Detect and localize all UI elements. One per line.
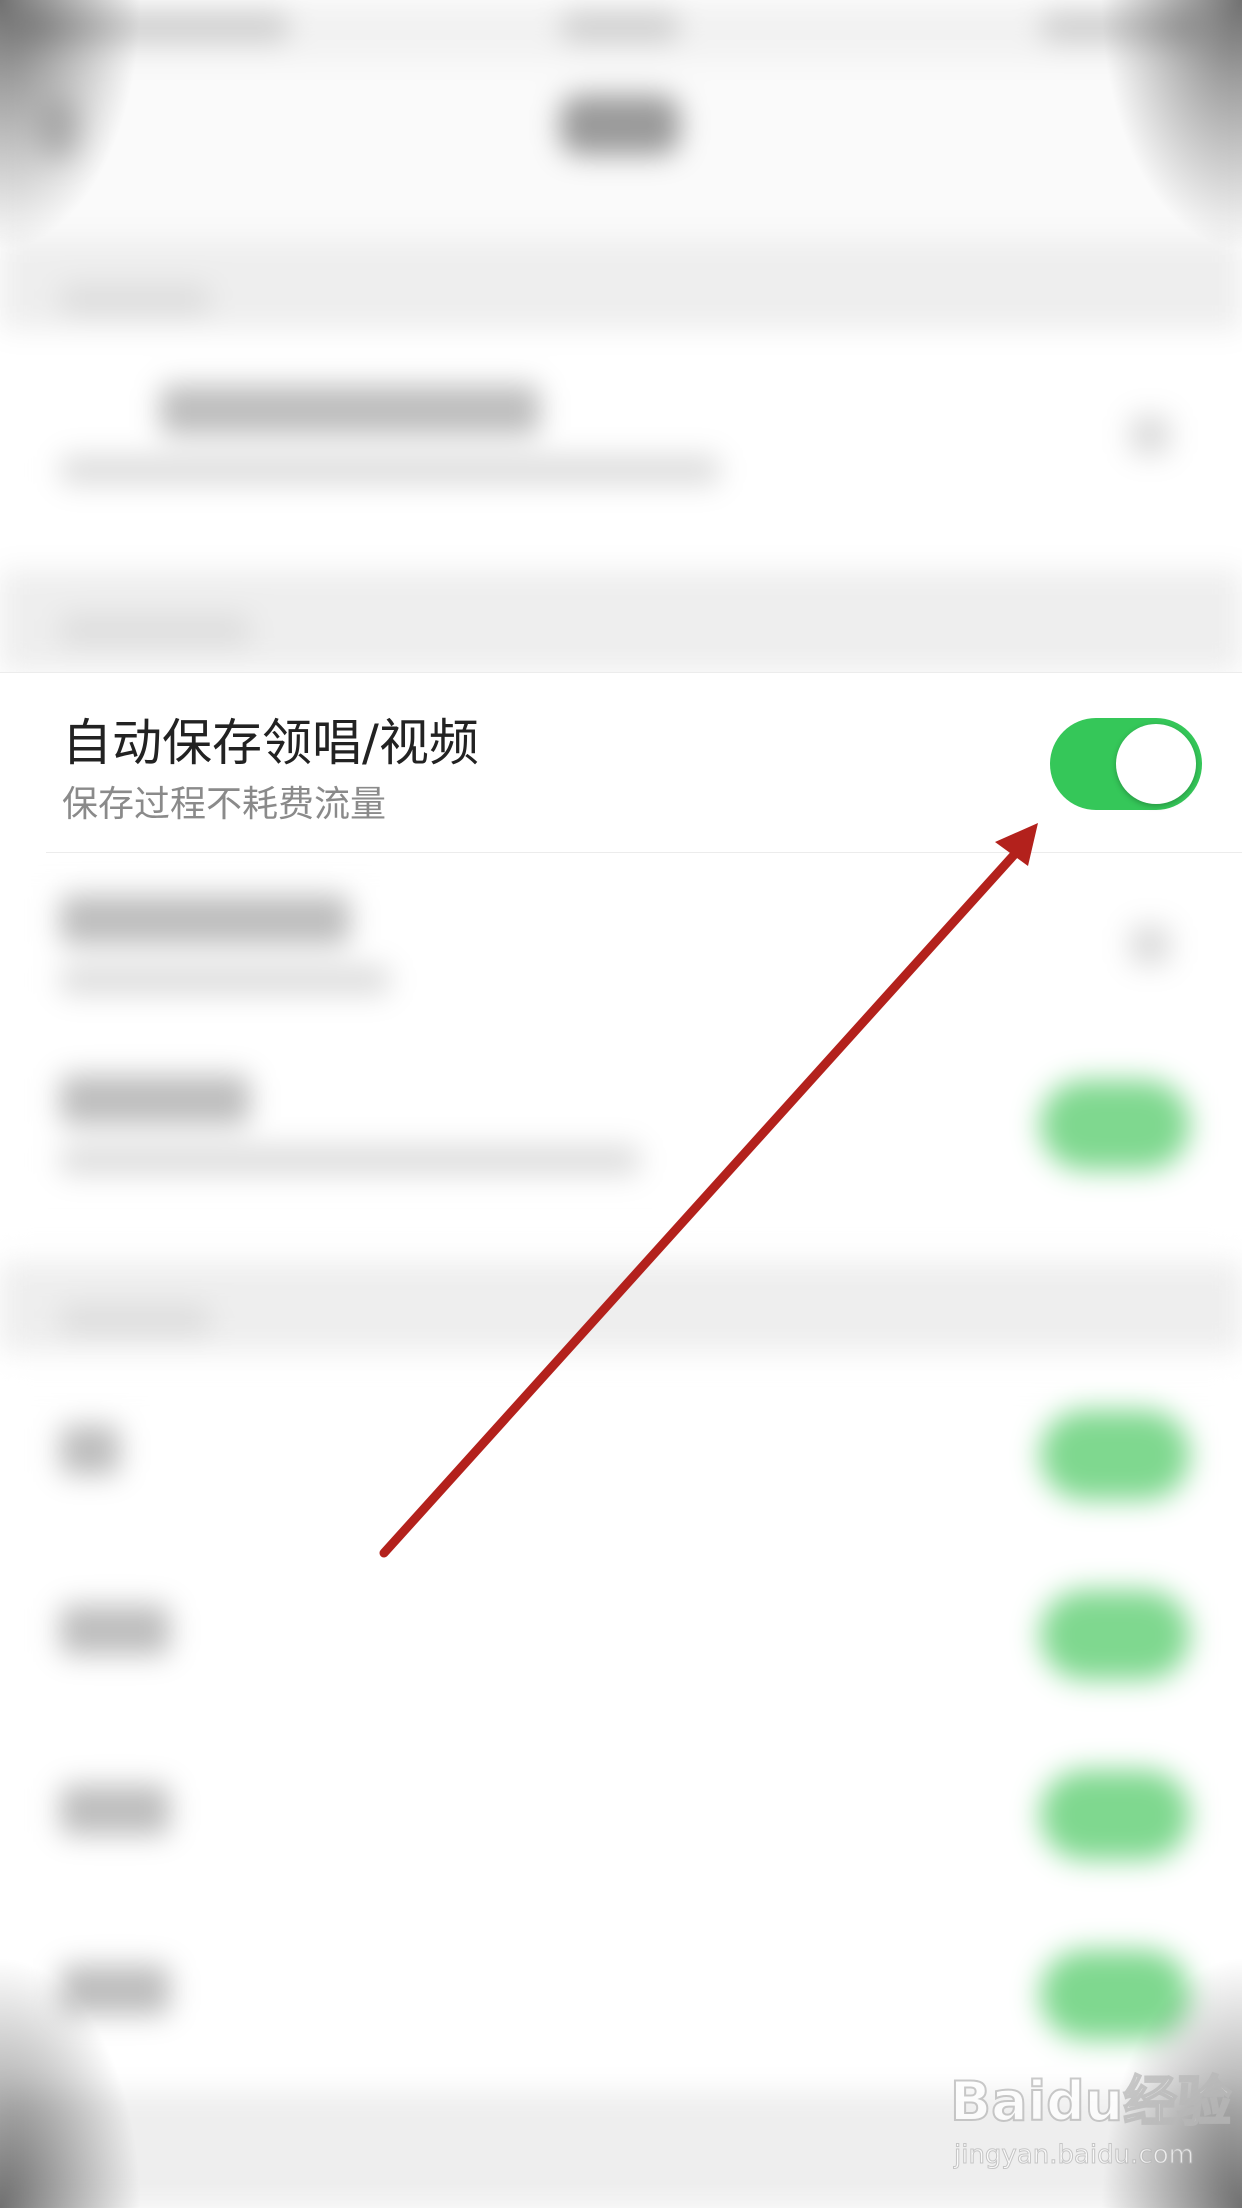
toggle-switch[interactable] bbox=[1040, 1770, 1190, 1860]
watermark-url: jingyan.baidu.com bbox=[954, 2140, 1195, 2171]
setting-subtitle: 保存过程不耗费流量 bbox=[62, 784, 387, 825]
list-item-title bbox=[60, 1785, 170, 1835]
list-item-subtitle bbox=[60, 1145, 640, 1175]
chevron-right-icon bbox=[1130, 925, 1170, 965]
settings-screen: 自动保存领唱/视频 保存过程不耗费流量 Baidu经验 jingyan.baid… bbox=[0, 0, 1242, 2208]
status-bar-center bbox=[560, 12, 680, 42]
list-item-subtitle bbox=[60, 455, 720, 485]
list-item-title bbox=[60, 1965, 170, 2015]
section-header bbox=[60, 1305, 210, 1335]
list-item-subtitle bbox=[60, 965, 390, 995]
section-header bbox=[60, 285, 210, 315]
list-item-title bbox=[60, 1605, 170, 1655]
status-bar-right bbox=[1040, 12, 1200, 42]
list-item-title bbox=[60, 895, 350, 945]
section-header bbox=[60, 615, 250, 645]
toggle-switch[interactable] bbox=[1040, 1590, 1190, 1680]
watermark: Baidu经验 jingyan.baidu.com bbox=[949, 2069, 1232, 2180]
chevron-right-icon bbox=[1130, 415, 1170, 455]
list-item[interactable] bbox=[0, 330, 1242, 570]
setting-row-auto-save[interactable]: 自动保存领唱/视频 保存过程不耗费流量 bbox=[0, 672, 1242, 853]
toggle-switch[interactable] bbox=[1040, 1410, 1190, 1500]
auto-save-toggle[interactable] bbox=[1050, 718, 1202, 810]
blurred-background bbox=[0, 0, 1242, 2208]
status-bar-left bbox=[20, 12, 290, 42]
back-icon[interactable] bbox=[40, 100, 80, 160]
list-item-title bbox=[60, 1075, 250, 1125]
list-item-title bbox=[160, 385, 540, 435]
row-divider bbox=[46, 852, 1242, 853]
baidu-jingyan-logo: Baidu经验 bbox=[949, 2069, 1232, 2134]
list-item-title bbox=[60, 1425, 120, 1475]
toggle-switch[interactable] bbox=[1040, 1080, 1190, 1170]
toggle-knob bbox=[1116, 724, 1196, 804]
toggle-switch[interactable] bbox=[1040, 1950, 1190, 2040]
setting-title: 自动保存领唱/视频 bbox=[62, 714, 479, 772]
page-title bbox=[560, 95, 680, 155]
